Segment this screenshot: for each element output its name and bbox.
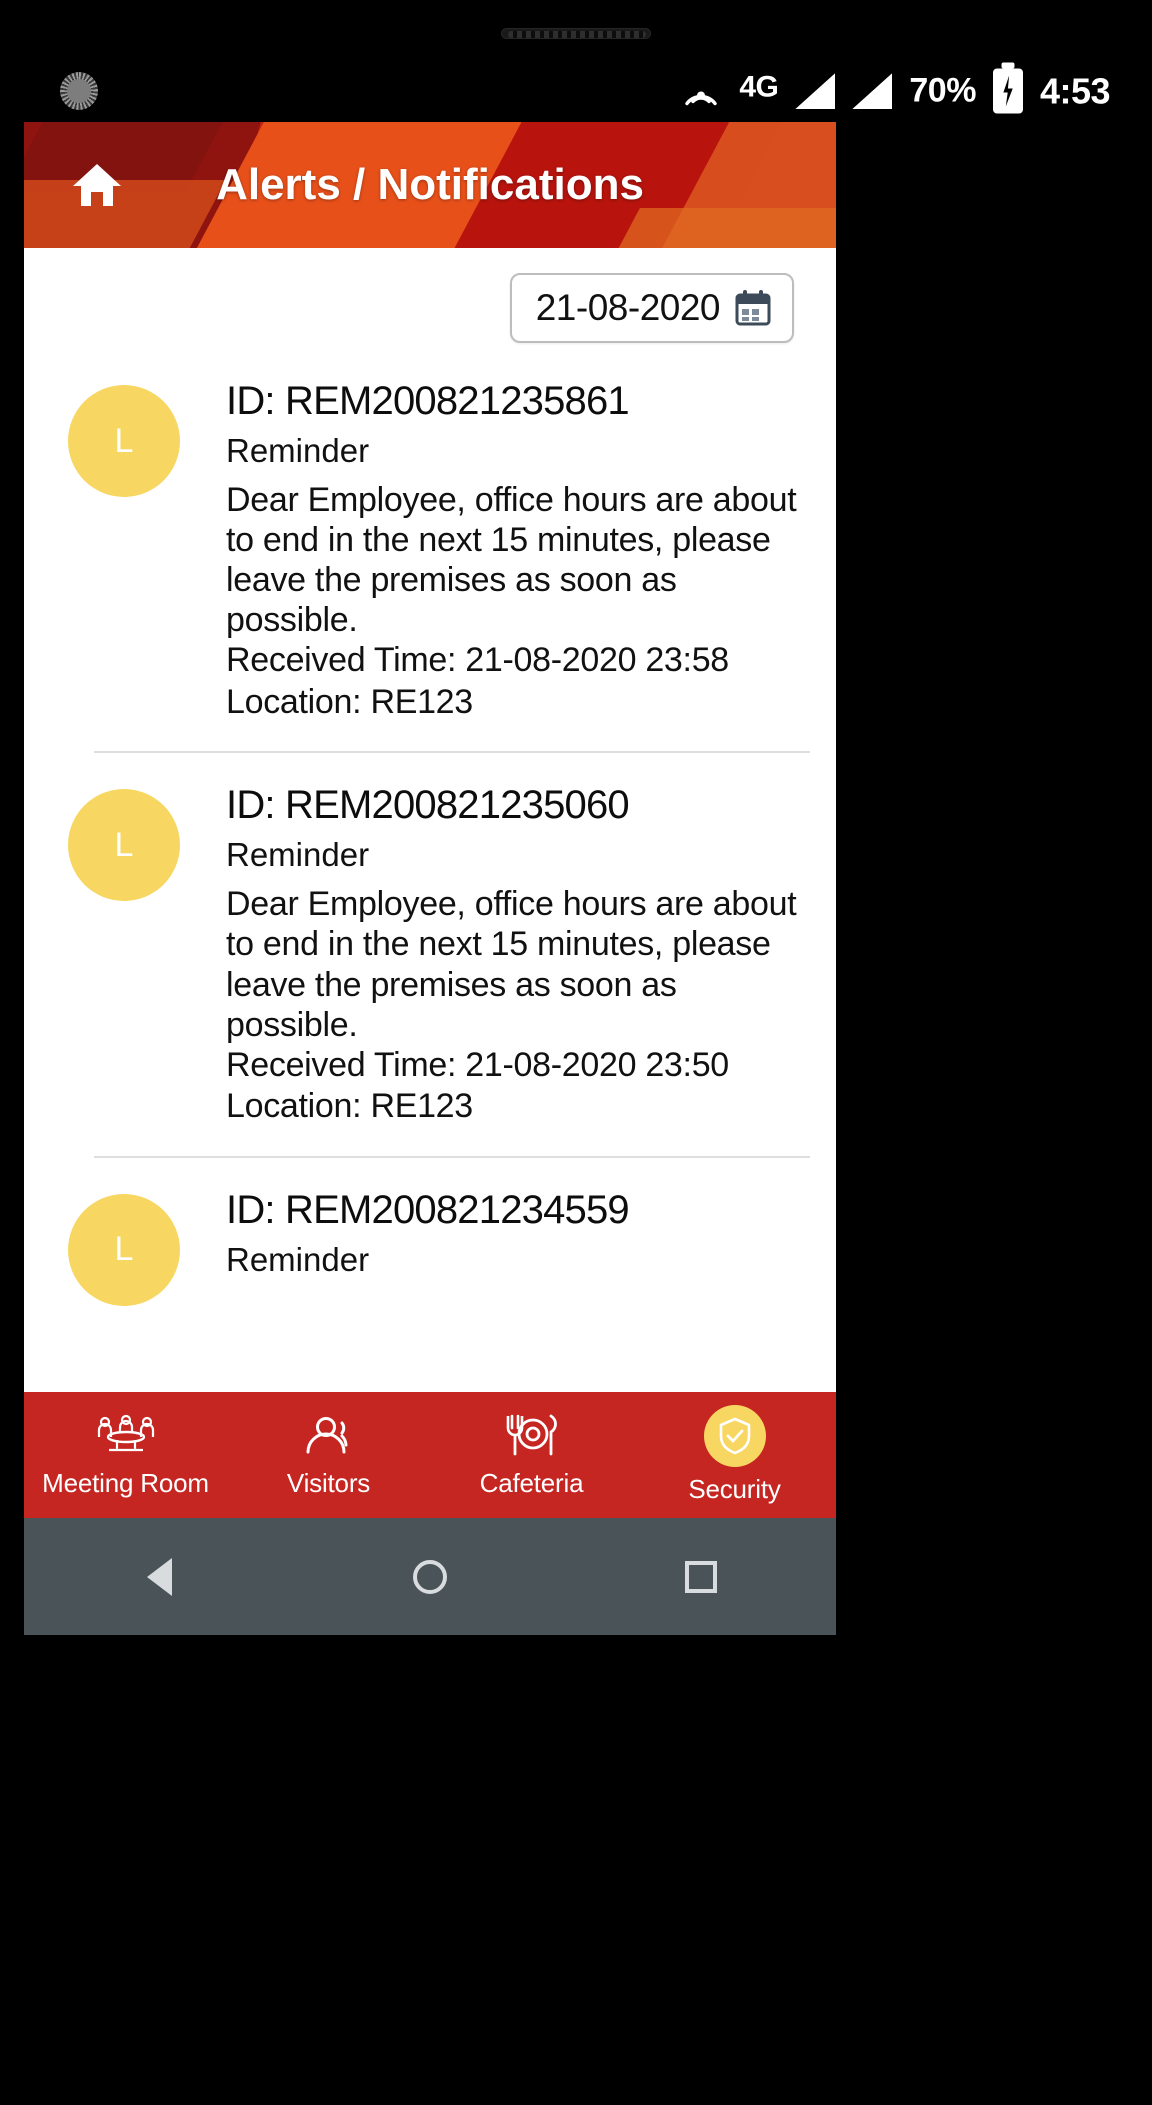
earpiece-speaker — [501, 28, 651, 39]
status-bar-left — [60, 72, 98, 110]
tab-cafeteria[interactable]: Cafeteria — [430, 1411, 633, 1499]
cafeteria-icon — [503, 1411, 561, 1459]
device-bezel-top — [0, 0, 1152, 60]
list-item[interactable]: L ID: REM200821235861 Reminder Dear Empl… — [24, 375, 836, 723]
avatar: L — [68, 1193, 180, 1306]
notification-body: ID: REM200821235060 Reminder Dear Employ… — [226, 779, 812, 1127]
avatar-container: L — [68, 779, 226, 1127]
notification-type: Reminder — [226, 431, 370, 469]
notification-location: Location: RE123 — [226, 1087, 473, 1126]
network-type-label: 4G — [739, 70, 779, 103]
notification-type: Reminder — [226, 1240, 370, 1278]
bottom-tab-bar: Meeting Room Visitors Cafeteria Security — [24, 1392, 836, 1518]
notification-type: Reminder — [226, 836, 370, 874]
back-triangle-icon[interactable] — [124, 1542, 194, 1612]
notification-list: L ID: REM200821235861 Reminder Dear Empl… — [24, 375, 836, 1306]
hotspot-icon — [680, 73, 722, 109]
app-header: Alerts / Notifications — [24, 122, 836, 248]
notification-location: Location: RE123 — [226, 682, 473, 721]
list-item[interactable]: L ID: REM200821235060 Reminder Dear Empl… — [24, 779, 836, 1127]
notification-id: ID: REM200821234559 — [226, 1187, 630, 1232]
notification-message: Dear Employee, office hours are about to… — [226, 480, 797, 640]
calendar-icon[interactable] — [734, 289, 772, 327]
speaker-grille — [508, 31, 646, 38]
signal-bars-icon — [852, 73, 893, 109]
date-picker-field[interactable]: 21-08-2020 — [509, 273, 794, 343]
sunburst-icon — [60, 72, 98, 110]
status-bar-right: 4G 70% 4:53 — [680, 68, 1111, 114]
tab-label: Cafeteria — [479, 1468, 584, 1498]
list-divider — [94, 1155, 810, 1158]
tab-security[interactable]: Security — [633, 1405, 836, 1505]
tab-label: Security — [688, 1474, 781, 1504]
avatar-container: L — [68, 375, 226, 723]
battery-percent-label: 70% — [909, 71, 976, 110]
tab-label: Visitors — [286, 1468, 371, 1498]
notification-id: ID: REM200821235861 — [226, 379, 630, 423]
notification-received-time: Received Time: 21-08-2020 23:50 — [226, 1045, 729, 1084]
notification-message: Dear Employee, office hours are about to… — [226, 885, 797, 1044]
page-title: Alerts / Notifications — [216, 160, 644, 209]
avatar: L — [68, 789, 180, 902]
notification-id: ID: REM200821235060 — [226, 783, 630, 828]
status-bar: 4G 70% 4:53 — [0, 60, 1152, 122]
list-divider — [94, 751, 810, 754]
list-item[interactable]: L ID: REM200821234559 Reminder — [24, 1184, 836, 1306]
tab-meeting-room[interactable]: Meeting Room — [24, 1411, 227, 1499]
notification-body: ID: REM200821234559 Reminder — [226, 1184, 812, 1306]
phone-device: 4G 70% 4:53 Alerts / Notifications 21-08… — [0, 0, 1152, 2105]
date-filter-row: 21-08-2020 — [24, 248, 836, 343]
notification-body: ID: REM200821235861 Reminder Dear Employ… — [226, 375, 812, 723]
visitors-icon — [300, 1411, 358, 1459]
date-value: 21-08-2020 — [535, 287, 721, 328]
clock-label: 4:53 — [1039, 70, 1111, 111]
content-area: 21-08-2020 L ID: REM200821235861 Reminde… — [24, 248, 836, 1392]
battery-charging-icon — [992, 68, 1023, 114]
notification-received-time: Received Time: 21-08-2020 23:58 — [226, 641, 729, 680]
app-screen: Alerts / Notifications 21-08-2020 L ID: … — [24, 122, 836, 1392]
avatar-container: L — [68, 1184, 226, 1306]
android-nav-bar — [24, 1518, 836, 1635]
tab-visitors[interactable]: Visitors — [227, 1411, 430, 1499]
recents-square-icon[interactable] — [666, 1542, 736, 1612]
home-circle-icon[interactable] — [395, 1542, 465, 1612]
device-bezel-bottom — [0, 1635, 1152, 2105]
header-bg-shape — [608, 208, 836, 248]
security-shield-icon — [703, 1405, 766, 1467]
tab-label: Meeting Room — [42, 1468, 209, 1498]
avatar: L — [68, 385, 180, 497]
meeting-room-icon — [95, 1411, 157, 1459]
signal-bars-icon — [795, 73, 836, 109]
